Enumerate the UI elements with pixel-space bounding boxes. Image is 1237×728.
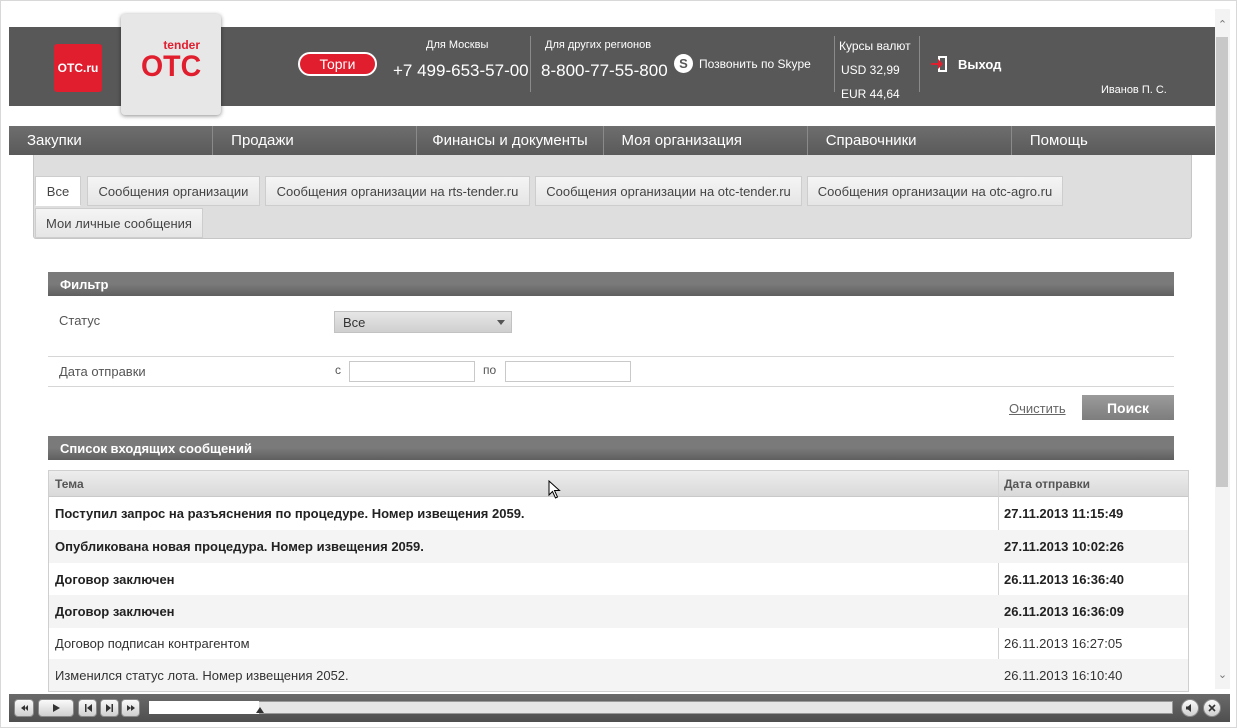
search-button[interactable]: Поиск bbox=[1082, 395, 1174, 420]
skip-back-button[interactable] bbox=[78, 699, 97, 717]
date-to-input[interactable] bbox=[505, 361, 631, 382]
fast-forward-button[interactable] bbox=[121, 699, 140, 717]
date-from-input[interactable] bbox=[349, 361, 475, 382]
volume-button[interactable] bbox=[1181, 699, 1199, 717]
skype-icon[interactable]: S bbox=[674, 54, 693, 73]
tab-organization-messages[interactable]: Сообщения организации bbox=[87, 176, 260, 206]
tab-personal-messages[interactable]: Мои личные сообщения bbox=[35, 208, 203, 238]
speaker-icon bbox=[1186, 704, 1191, 712]
mouse-cursor-icon bbox=[548, 480, 561, 499]
exit-icon[interactable] bbox=[930, 56, 948, 72]
row-date: 27.11.2013 10:02:26 bbox=[1004, 539, 1124, 554]
rewind-button[interactable] bbox=[14, 699, 34, 717]
filter-divider bbox=[48, 356, 1174, 357]
row-date: 26.11.2013 16:36:09 bbox=[1004, 604, 1124, 619]
close-icon bbox=[1208, 704, 1216, 712]
date-from-label: с bbox=[335, 363, 341, 377]
torgi-button[interactable]: Торги bbox=[298, 52, 377, 76]
otc-tender-logo[interactable]: tender OTC bbox=[121, 14, 221, 115]
rewind-icon bbox=[21, 705, 28, 711]
header-divider bbox=[530, 36, 531, 92]
regions-label: Для других регионов bbox=[545, 39, 652, 51]
exit-link[interactable]: Выход bbox=[958, 57, 1001, 72]
nav-item-directories[interactable]: Справочники bbox=[808, 126, 1012, 155]
eur-rate: EUR 44,64 bbox=[841, 87, 900, 101]
tab-otc-agro-messages[interactable]: Сообщения организации на otc-agro.ru bbox=[807, 176, 1063, 206]
tab-rts-tender-messages[interactable]: Сообщения организации на rts-tender.ru bbox=[265, 176, 530, 206]
date-label: Дата отправки bbox=[59, 364, 146, 379]
nav-item-help[interactable]: Помощь bbox=[1012, 126, 1215, 155]
nav-item-purchases[interactable]: Закупки bbox=[9, 126, 214, 155]
table-row[interactable]: Договор заключен 26.11.2013 16:36:40 bbox=[49, 563, 1188, 596]
playback-progress-track[interactable] bbox=[149, 701, 1173, 714]
scroll-up-arrow-icon[interactable]: ⌃ bbox=[1215, 17, 1230, 31]
status-label: Статус bbox=[59, 313, 101, 328]
scrollbar-thumb[interactable] bbox=[1216, 37, 1228, 487]
nav-item-sales[interactable]: Продажи bbox=[213, 126, 418, 155]
date-to-label: по bbox=[483, 363, 497, 377]
row-subject: Договор заключен bbox=[55, 604, 175, 619]
row-date: 26.11.2013 16:36:40 bbox=[1004, 572, 1124, 587]
row-subject: Изменился статус лота. Номер извещения 2… bbox=[55, 668, 349, 683]
column-header-date[interactable]: Дата отправки bbox=[998, 471, 1090, 497]
skype-call-link[interactable]: Позвонить по Skype bbox=[699, 57, 811, 71]
playback-position-marker[interactable] bbox=[256, 707, 264, 713]
main-nav: Закупки Продажи Финансы и документы Моя … bbox=[9, 126, 1215, 155]
table-row[interactable]: Опубликована новая процедура. Номер изве… bbox=[49, 530, 1188, 563]
tab-otc-tender-messages[interactable]: Сообщения организации на otc-tender.ru bbox=[535, 176, 802, 206]
row-subject: Опубликована новая процедура. Номер изве… bbox=[55, 539, 424, 554]
row-subject: Договор подписан контрагентом bbox=[55, 636, 250, 651]
row-subject: Поступил запрос на разъяснения по процед… bbox=[55, 506, 525, 521]
row-date: 26.11.2013 16:27:05 bbox=[1004, 636, 1123, 651]
row-date: 26.11.2013 16:10:40 bbox=[1004, 668, 1123, 683]
row-subject: Договор заключен bbox=[55, 572, 175, 587]
regions-phone: 8-800-77-55-800 bbox=[541, 61, 668, 80]
nav-item-finance-documents[interactable]: Финансы и документы bbox=[417, 126, 604, 155]
user-name[interactable]: Иванов П. С. bbox=[1101, 84, 1167, 96]
close-player-button[interactable] bbox=[1203, 699, 1221, 717]
tab-all[interactable]: Все bbox=[35, 176, 81, 206]
usd-rate: USD 32,99 bbox=[841, 63, 900, 77]
table-row[interactable]: Изменился статус лота. Номер извещения 2… bbox=[49, 659, 1188, 691]
logo-otc-text: OTC bbox=[141, 50, 202, 83]
header-divider bbox=[834, 36, 835, 92]
row-date: 27.11.2013 11:15:49 bbox=[1004, 506, 1124, 521]
column-header-subject[interactable]: Тема bbox=[49, 471, 84, 497]
nav-item-my-organization[interactable]: Моя организация bbox=[604, 126, 808, 155]
scroll-down-arrow-icon[interactable]: ⌄ bbox=[1215, 667, 1230, 681]
fast-forward-icon bbox=[126, 705, 135, 711]
table-row[interactable]: Договор заключен 26.11.2013 16:36:09 bbox=[49, 595, 1188, 628]
filter-divider bbox=[48, 386, 1174, 387]
play-button[interactable] bbox=[38, 699, 74, 717]
moscow-label: Для Москвы bbox=[426, 39, 489, 51]
status-select-value: Все bbox=[343, 314, 366, 330]
skip-back-icon bbox=[84, 704, 92, 712]
status-select[interactable]: Все bbox=[334, 311, 512, 333]
table-row[interactable]: Договор подписан контрагентом 26.11.2013… bbox=[49, 627, 1188, 660]
moscow-phone: +7 499-653-57-00 bbox=[393, 61, 529, 80]
messages-list-header: Список входящих сообщений bbox=[48, 436, 1174, 460]
header-divider bbox=[919, 36, 920, 92]
table-header: Тема Дата отправки bbox=[49, 471, 1188, 497]
table-row[interactable]: Поступил запрос на разъяснения по процед… bbox=[49, 497, 1188, 530]
skip-forward-icon bbox=[105, 704, 113, 712]
app-window: OTC.ru tender OTC Торги Для Москвы +7 49… bbox=[0, 0, 1237, 728]
filter-header: Фильтр bbox=[48, 272, 1174, 296]
play-icon bbox=[53, 704, 60, 712]
otc-logo-small-text: OTC.ru bbox=[57, 61, 99, 75]
clear-filter-link[interactable]: Очистить bbox=[1009, 401, 1066, 416]
otc-logo-small[interactable]: OTC.ru bbox=[54, 44, 102, 92]
playback-progress-fill bbox=[149, 701, 259, 714]
rates-label: Курсы валют bbox=[839, 39, 911, 53]
skip-forward-button[interactable] bbox=[100, 699, 119, 717]
messages-table: Тема Дата отправки Поступил запрос на ра… bbox=[48, 470, 1189, 692]
chevron-down-icon bbox=[497, 320, 505, 325]
